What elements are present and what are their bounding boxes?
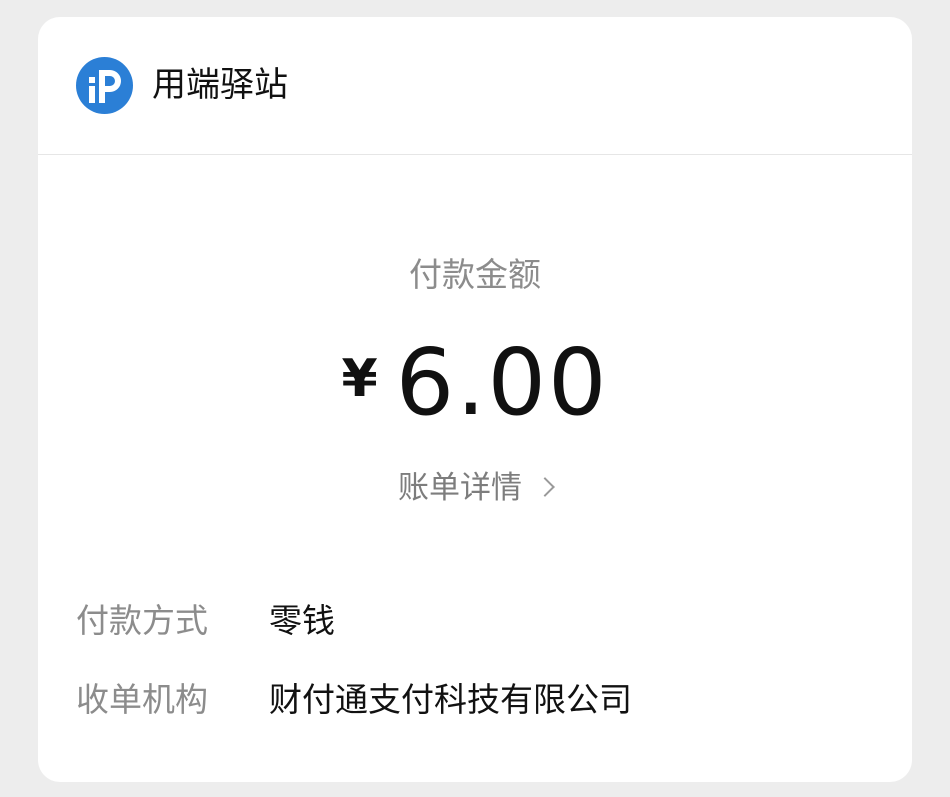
payment-method-label: 付款方式 — [76, 601, 208, 640]
amount-label: 付款金额 — [409, 255, 541, 294]
payment-receipt-card: 用端驿站 付款金额 ¥6.00 账单详情 付款方式 零钱 收单机构 财付通支付科… — [38, 17, 912, 782]
currency-symbol: ¥ — [341, 349, 378, 409]
payment-amount: ¥6.00 — [38, 333, 912, 433]
payment-method-row: 付款方式 零钱 — [76, 599, 876, 643]
merchant-name: 用端驿站 — [152, 65, 288, 105]
bill-detail-link[interactable]: 账单详情 — [38, 467, 912, 509]
chevron-right-icon — [535, 476, 555, 497]
bill-detail-label: 账单详情 — [398, 470, 522, 506]
payment-method-value: 零钱 — [269, 601, 335, 640]
amount-value: 6.00 — [395, 329, 609, 436]
merchant-header: 用端驿站 — [38, 17, 912, 155]
acquirer-value: 财付通支付科技有限公司 — [269, 680, 632, 719]
merchant-logo-icon — [76, 57, 133, 114]
acquirer-row: 收单机构 财付通支付科技有限公司 — [76, 678, 876, 722]
acquirer-label: 收单机构 — [76, 680, 208, 719]
